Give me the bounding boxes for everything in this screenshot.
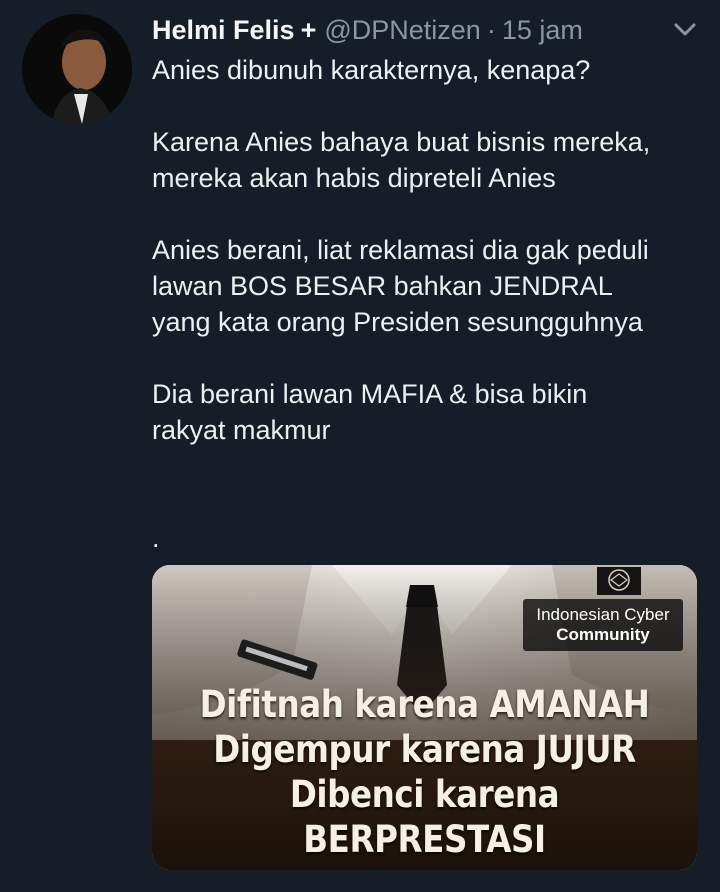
tweet-header: Helmi Felis + @DPNetizen · 15 jam bbox=[152, 12, 680, 48]
watermark-label: Indonesian Cyber Community bbox=[523, 599, 683, 651]
tweet-line: mereka akan habis dipreteli Anies bbox=[152, 163, 556, 193]
tweet-line: Karena Anies bahaya buat bisnis mereka, bbox=[152, 127, 651, 157]
tweet-line: lawan BOS BESAR bahkan JENDRAL bbox=[152, 271, 613, 301]
tweet-line: . bbox=[152, 523, 160, 553]
caption-line: Dibenci karena BERPRESTASI bbox=[289, 773, 560, 861]
line-break bbox=[152, 88, 712, 124]
image-caption: Difitnah karena AMANAH Digempur karena J… bbox=[152, 682, 697, 862]
user-handle[interactable]: @DPNetizen bbox=[324, 15, 480, 46]
caption-line: Digempur karena JUJUR bbox=[213, 728, 636, 771]
separator-dot: · bbox=[486, 14, 496, 45]
caption-line: Difitnah karena AMANAH bbox=[199, 683, 650, 726]
tweet-line: Anies berani, liat reklamasi dia gak ped… bbox=[152, 235, 649, 265]
seal-logo bbox=[597, 567, 641, 595]
tweet-line: rakyat makmur bbox=[152, 415, 331, 445]
tweet-line: yang kata orang Presiden sesungguhnya bbox=[152, 307, 643, 337]
tweet-image[interactable]: Indonesian Cyber Community Difitnah kare… bbox=[152, 565, 697, 870]
timestamp[interactable]: 15 jam bbox=[502, 15, 583, 46]
watermark-line: Community bbox=[556, 625, 650, 644]
tweet-text: Anies dibunuh karakternya, kenapa? Karen… bbox=[152, 52, 712, 556]
profile-photo bbox=[22, 14, 132, 124]
line-break bbox=[152, 448, 712, 484]
line-break bbox=[152, 340, 712, 376]
line-break bbox=[152, 484, 712, 520]
display-name[interactable]: Helmi Felis bbox=[152, 15, 295, 46]
line-break bbox=[152, 196, 712, 232]
tweet: Helmi Felis + @DPNetizen · 15 jam Anies … bbox=[0, 0, 720, 892]
tweet-line: Dia berani lawan MAFIA & bisa bikin bbox=[152, 379, 588, 409]
avatar[interactable] bbox=[22, 14, 132, 124]
name-badge: + bbox=[300, 14, 317, 45]
chevron-down-icon[interactable] bbox=[672, 20, 698, 40]
watermark-line: Indonesian Cyber bbox=[536, 605, 670, 624]
tweet-line: Anies dibunuh karakternya, kenapa? bbox=[152, 55, 591, 85]
